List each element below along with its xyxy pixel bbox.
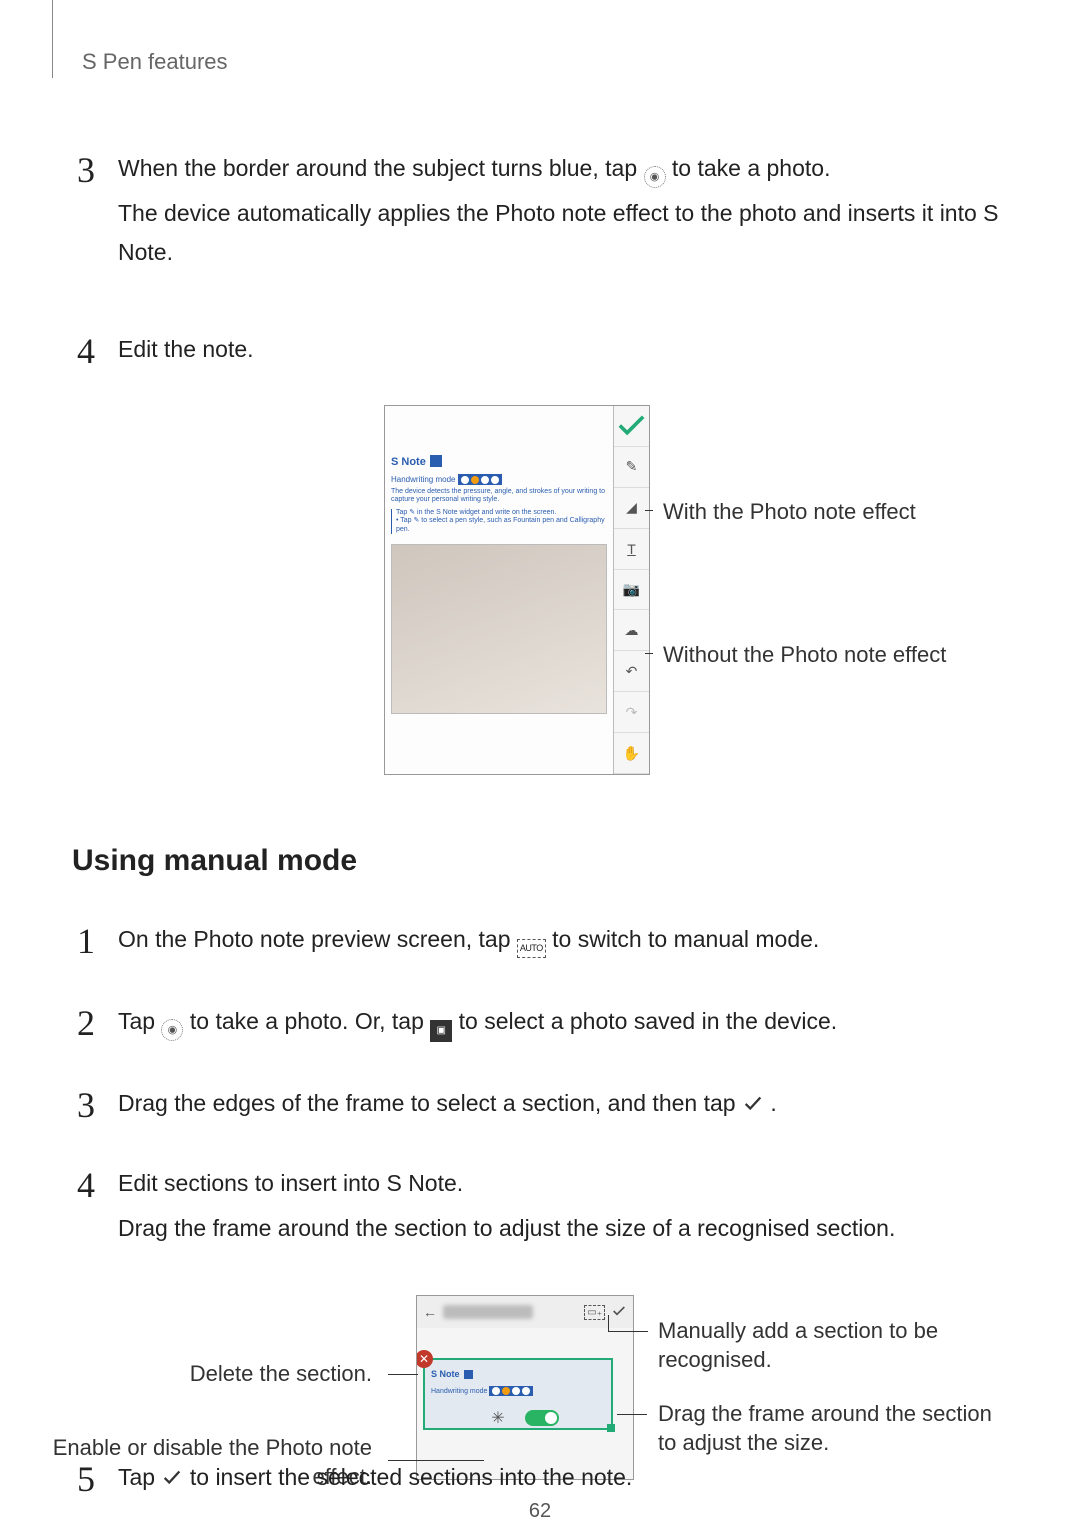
toolbar: ✎ ◢ T 📷 ☁ ↶ ↷ ✋	[613, 406, 649, 774]
callout-add-section: Manually add a section to be recognised.	[658, 1317, 1008, 1374]
check-icon	[161, 1461, 183, 1483]
header-rule	[52, 0, 53, 78]
cloud-icon[interactable]: ☁	[614, 610, 649, 651]
text: Edit sections to insert into S Note.	[118, 1170, 463, 1196]
subheading-manual-mode: Using manual mode	[72, 844, 357, 878]
check-icon[interactable]	[611, 1303, 627, 1322]
eraser-icon[interactable]: ◢	[614, 488, 649, 529]
callout-delete-section: Delete the section.	[190, 1360, 372, 1389]
step-number: 3	[72, 149, 100, 273]
camera-shutter-icon: ◉	[161, 1019, 183, 1041]
step-body: Drag the edges of the frame to select a …	[118, 1084, 777, 1127]
add-section-icon[interactable]: ▭₊	[584, 1305, 605, 1320]
hw-label: Handwriting mode	[391, 475, 455, 484]
bullet-text: Tap ✎ in the S Note widget and write on …	[391, 509, 607, 534]
text: to take a photo. Or, tap	[190, 1008, 430, 1034]
snote-title: S Note	[431, 1367, 460, 1381]
text: to insert the selected sections into the…	[190, 1464, 632, 1490]
callout-line	[388, 1374, 418, 1375]
text: When the border around the subject turns…	[118, 155, 644, 181]
hand-icon[interactable]: ✋	[614, 733, 649, 774]
check-icon	[742, 1087, 764, 1109]
callout-with-effect: With the Photo note effect	[663, 497, 916, 528]
callout-line	[608, 1331, 648, 1332]
step-body: Tap to insert the selected sections into…	[118, 1458, 632, 1501]
snote-icon	[430, 455, 442, 467]
page-number: 62	[0, 1500, 1080, 1523]
step-body: On the Photo note preview screen, tap AU…	[118, 920, 819, 963]
step-body: Edit sections to insert into S Note. Dra…	[118, 1164, 895, 1248]
redo-icon[interactable]: ↷	[614, 692, 649, 733]
step-4: 4 Edit the note.	[72, 330, 1008, 373]
manual-step-4: 4 Edit sections to insert into S Note. D…	[72, 1164, 1008, 1248]
screenshot: S Note Handwriting mode The device detec…	[384, 405, 650, 775]
auto-mode-icon: AUTO	[517, 939, 546, 958]
text: Tap	[118, 1008, 161, 1034]
gallery-icon: ▣	[430, 1020, 452, 1042]
step-number: 4	[72, 1164, 100, 1248]
camera-shutter-icon: ◉	[644, 166, 666, 188]
desc-text: The device detects the pressure, angle, …	[391, 488, 607, 505]
text: .	[770, 1090, 776, 1116]
text: to select a photo saved in the device.	[459, 1008, 837, 1034]
callout-line	[617, 1414, 647, 1415]
photo-note-icon[interactable]: 📷	[614, 570, 649, 611]
step-3: 3 When the border around the subject tur…	[72, 149, 1008, 273]
text: The device automatically applies the Pho…	[118, 200, 999, 265]
snote-icon	[464, 1370, 473, 1379]
callout-line	[608, 1315, 609, 1331]
effect-icon: ✳	[491, 1408, 504, 1428]
mode-chips	[458, 474, 502, 485]
manual-step-2: 2 Tap ◉ to take a photo. Or, tap ▣ to se…	[72, 1002, 1008, 1045]
back-icon[interactable]: ←	[423, 1304, 437, 1320]
manual-step-1: 1 On the Photo note preview screen, tap …	[72, 920, 1008, 963]
step-body: Tap ◉ to take a photo. Or, tap ▣ to sele…	[118, 1002, 837, 1045]
step-number: 1	[72, 920, 100, 963]
text: Drag the frame around the section to adj…	[118, 1215, 895, 1241]
pen-icon[interactable]: ✎	[614, 447, 649, 488]
text: to switch to manual mode.	[552, 926, 819, 952]
undo-icon[interactable]: ↶	[614, 651, 649, 692]
section-header: S Pen features	[82, 49, 228, 75]
effect-toggle[interactable]	[525, 1410, 559, 1426]
hw-label: Handwriting mode	[431, 1388, 487, 1395]
callout-without-effect: Without the Photo note effect	[663, 640, 946, 671]
text: Tap	[118, 1464, 161, 1490]
step-number: 5	[72, 1458, 100, 1501]
text: Drag the edges of the frame to select a …	[118, 1090, 742, 1116]
text: to take a photo.	[672, 155, 831, 181]
callout-line	[645, 653, 653, 654]
step-body: Edit the note.	[118, 330, 254, 373]
title-blurred	[443, 1305, 533, 1319]
screenshot: ← ▭₊ ✕ S Note Handwriting mode ✳	[416, 1295, 634, 1480]
callout-drag-frame: Drag the frame around the section to adj…	[658, 1400, 1008, 1457]
step-number: 2	[72, 1002, 100, 1045]
text: On the Photo note preview screen, tap	[118, 926, 517, 952]
text-icon[interactable]: T	[614, 529, 649, 570]
mode-chips	[489, 1386, 533, 1396]
step-number: 4	[72, 330, 100, 373]
step-body: When the border around the subject turns…	[118, 149, 1008, 273]
manual-step-3: 3 Drag the edges of the frame to select …	[72, 1084, 1008, 1127]
callout-line	[645, 510, 653, 511]
step-number: 3	[72, 1084, 100, 1127]
photo-thumbnail	[391, 544, 607, 714]
snote-title: S Note	[391, 454, 426, 470]
manual-step-5: 5 Tap to insert the selected sections in…	[72, 1458, 1008, 1501]
check-icon[interactable]	[614, 406, 649, 447]
